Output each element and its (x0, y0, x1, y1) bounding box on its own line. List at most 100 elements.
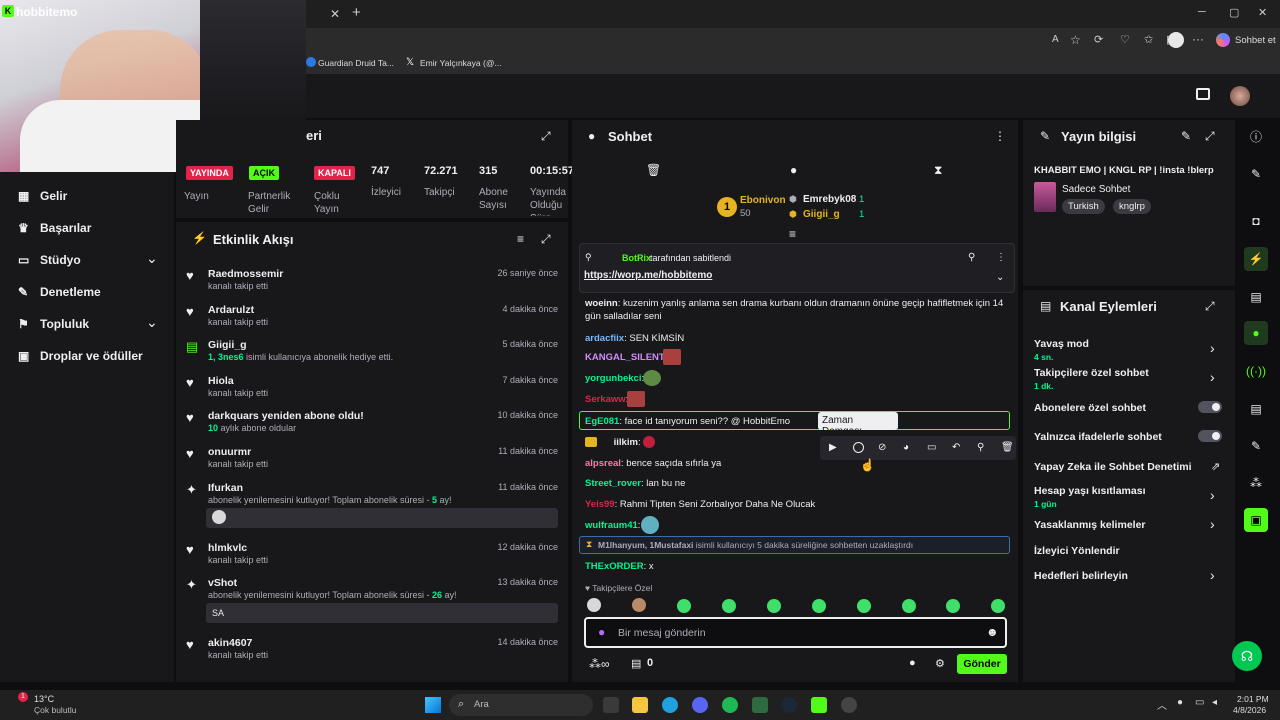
subs-only-toggle[interactable] (1198, 401, 1222, 413)
expand-leaderboard-icon[interactable]: ≡ (789, 227, 796, 241)
send-button[interactable]: Gönder (957, 654, 1007, 674)
bookmark-guardian-druid[interactable]: Guardian Druid Ta... (318, 58, 394, 68)
action-goals[interactable]: Hedefleri belirleyin (1034, 570, 1128, 582)
actions-icon[interactable]: ▤ (1244, 397, 1268, 421)
lightning-icon[interactable]: ⚡ (1244, 247, 1268, 271)
edit-pencil-icon[interactable]: ✎ (1181, 129, 1191, 143)
read-aloud-icon[interactable]: A (1052, 34, 1059, 45)
event-user[interactable]: darkquars yeniden abone oldu! (208, 410, 364, 422)
emote-icon[interactable] (857, 599, 871, 613)
play-icon[interactable]: ▶ (829, 442, 837, 453)
emote-icon[interactable] (677, 599, 691, 613)
reply-icon[interactable]: ◕ (903, 442, 909, 453)
community-icon[interactable]: ⁂ (1244, 471, 1268, 495)
spotify-icon[interactable] (722, 697, 738, 713)
action-ai-moderation[interactable]: Yapay Zeka ile Sohbet Denetimi (1034, 461, 1192, 473)
popout-icon[interactable]: ⤢ (541, 232, 551, 247)
event-user[interactable]: Hiola (208, 375, 234, 387)
support-headset-icon[interactable]: ☊ (1232, 641, 1262, 671)
undo-icon[interactable]: ↶ (952, 442, 960, 453)
event-user[interactable]: Ardarulzt (208, 304, 254, 316)
chat-username[interactable]: Yeis99 (585, 499, 615, 510)
timestamp-clock-icon[interactable] (853, 442, 864, 453)
camera-icon[interactable]: ◘ (1244, 209, 1268, 233)
pinned-by-user[interactable]: BotRix (622, 253, 651, 263)
unpin-icon[interactable]: ⚲ (968, 252, 975, 263)
sidebar-item-droplar[interactable]: ▣ Droplar ve ödüller (18, 346, 143, 366)
chevron-right-icon[interactable]: › (1210, 516, 1215, 532)
action-account-age[interactable]: Hesap yaşı kısıtlaması 1 gün (1034, 485, 1146, 509)
chat-username[interactable]: yorgunbekci (585, 373, 642, 384)
network-icon[interactable]: ▭ (1195, 697, 1204, 708)
terminal-icon[interactable] (752, 697, 768, 713)
community-icon[interactable]: ⁂∞ (589, 657, 610, 671)
external-link-icon[interactable]: ⇗ (1211, 460, 1220, 473)
info-icon[interactable]: ⓘ (1244, 124, 1268, 148)
popout-icon[interactable]: ⤢ (541, 129, 551, 144)
bookmark-emir-yalcinkaya[interactable]: Emir Yalçınkaya (@... (420, 58, 502, 68)
action-slow-mode[interactable]: Yavaş mod 4 sn. (1034, 338, 1089, 362)
new-tab-button[interactable]: + (352, 4, 361, 21)
stream-preview-icon[interactable] (1196, 88, 1210, 100)
emote-icon[interactable] (946, 599, 960, 613)
kick-app-icon[interactable] (811, 697, 827, 713)
copy-icon[interactable]: ▭ (927, 442, 936, 453)
volume-icon[interactable]: ◂ (1212, 697, 1217, 708)
event-user[interactable]: hlmkvlc (208, 542, 247, 554)
edit-pencil-icon[interactable]: ✎ (1244, 162, 1268, 186)
emoji-icon[interactable]: ☻ (986, 625, 999, 639)
chat-input[interactable]: ● Bir mesaj gönderin ☻ (584, 617, 1007, 648)
trash-icon[interactable]: 🗑 (646, 163, 661, 177)
favorites-icon[interactable]: ✩ (1144, 33, 1153, 46)
leader-second-name[interactable]: Emrebyk08 (803, 194, 856, 205)
weather-desc[interactable]: Çok bulutlu (34, 705, 77, 715)
category-name[interactable]: Sadece Sohbet (1062, 184, 1130, 195)
sidebar-item-denetleme[interactable]: ✎ Denetleme (18, 282, 101, 302)
task-view-icon[interactable] (603, 697, 619, 713)
windows-start-icon[interactable] (425, 697, 441, 713)
window-close-button[interactable]: ✕ (1258, 6, 1267, 19)
window-maximize-button[interactable]: ▢ (1229, 6, 1239, 19)
hourglass-icon[interactable]: ⧗ (934, 163, 942, 178)
leader-third-name[interactable]: Giigii_g (803, 209, 840, 220)
microphone-icon[interactable]: ● (1177, 697, 1183, 708)
emote-icon[interactable] (812, 599, 826, 613)
chevron-right-icon[interactable]: › (1210, 567, 1215, 583)
chat-username[interactable]: KANGAL_SILENT (585, 352, 665, 363)
window-minimize-button[interactable]: ─ (1198, 6, 1206, 18)
sidebar-item-studyo[interactable]: ▭ Stüdyo (18, 250, 81, 270)
hide-icon[interactable]: ⊘ (878, 442, 886, 453)
tag-pill[interactable]: knglrp (1113, 199, 1151, 214)
document-icon[interactable]: ▤ (1244, 285, 1268, 309)
clock-date[interactable]: 4/8/2026 (1233, 705, 1266, 715)
chat-bubble-icon[interactable]: ● (909, 657, 916, 669)
tray-chevron-icon[interactable]: ︿ (1157, 697, 1167, 712)
emote-icon[interactable] (902, 599, 916, 613)
emote-icon[interactable] (767, 599, 781, 613)
emote-icon[interactable] (722, 599, 736, 613)
emote-icon[interactable] (991, 599, 1005, 613)
sidebar-item-gelir[interactable]: ▦ Gelir (18, 186, 67, 206)
event-user[interactable]: akin4607 (208, 637, 252, 649)
chat-username[interactable]: woeinn (585, 298, 618, 309)
chat-username[interactable]: alpsreal (585, 458, 621, 469)
action-raid[interactable]: İzleyici Yönlendir (1034, 545, 1120, 557)
gift-icon[interactable]: ▤ (631, 657, 641, 670)
user-avatar[interactable] (1230, 86, 1250, 106)
event-user[interactable]: Giigii_g (208, 339, 247, 351)
copilot-chat-button[interactable]: Sohbet et (1235, 35, 1276, 46)
avatar[interactable] (587, 598, 601, 612)
pin-icon[interactable]: ⚲ (977, 442, 984, 453)
sidebar-item-basarilar[interactable]: ♛ Başarılar (18, 218, 91, 238)
chevron-down-icon[interactable]: ⌄ (996, 272, 1004, 283)
clip-icon[interactable]: ▣ (1244, 508, 1268, 532)
more-menu-icon[interactable]: ··· (1192, 32, 1204, 46)
file-explorer-icon[interactable] (632, 697, 648, 713)
action-followers-only[interactable]: Takipçilere özel sohbet 1 dk. (1034, 367, 1149, 391)
leader-first-name[interactable]: Ebonivon (740, 195, 786, 206)
event-user[interactable]: Raedmossemir (208, 268, 283, 280)
more-vertical-icon[interactable]: ⋮ (994, 129, 1006, 143)
category-thumbnail[interactable] (1034, 182, 1056, 212)
chevron-down-icon[interactable]: ⌄ (146, 314, 158, 331)
broadcast-icon[interactable]: ((·)) (1244, 359, 1268, 383)
